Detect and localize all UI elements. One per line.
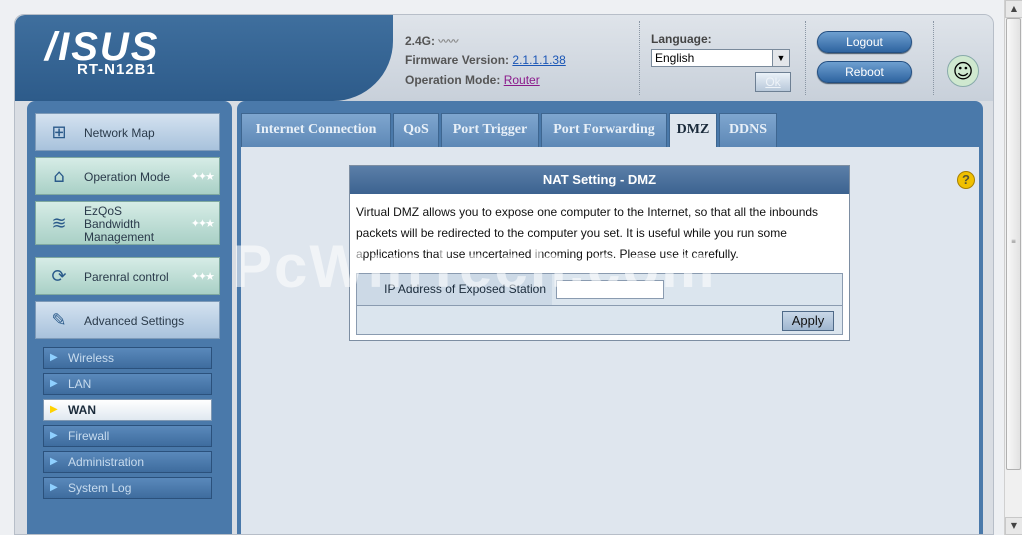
tab-port-forwarding[interactable]: Port Forwarding <box>541 113 667 147</box>
grip-icon: ≡ <box>1011 238 1017 245</box>
firmware-link[interactable]: 2.1.1.1.38 <box>512 53 565 67</box>
apply-button[interactable]: Apply <box>782 311 834 331</box>
tab-internet-connection[interactable]: Internet Connection <box>241 113 391 147</box>
nat-setting-panel: NAT Setting - DMZ Virtual DMZ allows you… <box>349 165 850 341</box>
language-select[interactable]: English ▼ <box>651 49 790 67</box>
mascot-avatar-icon: ☺ <box>947 55 979 87</box>
arrow-right-icon: ▶ <box>50 482 58 493</box>
sidebar-subitem-label: WAN <box>68 403 96 417</box>
firmware-label: Firmware Version: <box>405 53 510 67</box>
sidebar-item-ezqos[interactable]: ≋ EzQoS Bandwidth Management ✦✦★ <box>35 201 220 245</box>
sidebar-subitem-label: Administration <box>68 455 145 469</box>
chevron-down-icon[interactable]: ▼ <box>772 50 789 66</box>
sidebar-subitem-label: Firewall <box>68 429 110 443</box>
panel-title: NAT Setting - DMZ <box>350 166 849 194</box>
scroll-up-icon[interactable]: ▲ <box>1005 0 1022 18</box>
tab-port-trigger[interactable]: Port Trigger <box>441 113 539 147</box>
operation-mode-info: Operation Mode: Router <box>405 73 540 87</box>
header-divider <box>639 21 640 95</box>
sidebar-item-operation-mode[interactable]: ⌂ Operation Mode ✦✦★ <box>35 157 220 195</box>
model-name: RT-N12B1 <box>77 61 156 78</box>
sidebar-item-parental-control[interactable]: ⟳ Parenral control ✦✦★ <box>35 257 220 295</box>
router-admin-frame: /ISUS RT-N12B1 2.4G: 〰〰 Firmware Version… <box>14 14 994 535</box>
network-map-icon: ⊞ <box>51 122 67 143</box>
help-icon[interactable]: ? <box>957 171 975 189</box>
language-value: English <box>655 51 695 65</box>
sidebar-subitem-firewall[interactable]: ▶ Firewall <box>43 425 212 447</box>
stars-icon: ✦✦★ <box>190 270 215 283</box>
content-area: ? NAT Setting - DMZ Virtual DMZ allows y… <box>241 147 979 534</box>
scrollbar-thumb[interactable]: ≡ <box>1006 18 1021 470</box>
sidebar: ⊞ Network Map ⌂ Operation Mode ✦✦★ ≋ EzQ… <box>27 101 232 534</box>
language-label: Language: <box>651 32 712 46</box>
logo-area: /ISUS RT-N12B1 <box>15 15 393 101</box>
firmware-info: Firmware Version: 2.1.1.1.38 <box>405 53 566 67</box>
tab-ddns[interactable]: DDNS <box>719 113 777 147</box>
header-divider <box>933 21 934 95</box>
vertical-scrollbar[interactable]: ▲ ≡ ▼ <box>1004 0 1022 535</box>
main-panel: Internet Connection QoS Port Trigger Por… <box>237 101 983 534</box>
wifi-icon: 〰〰 <box>438 37 459 48</box>
stars-icon: ✦✦★ <box>190 217 215 230</box>
opmode-label: Operation Mode: <box>405 73 501 87</box>
sidebar-subitem-wan[interactable]: ▶ WAN <box>43 399 212 421</box>
scroll-down-icon[interactable]: ▼ <box>1005 517 1022 535</box>
arrow-right-icon: ▶ <box>50 352 58 363</box>
opmode-link[interactable]: Router <box>504 73 540 87</box>
sidebar-subitem-label: System Log <box>68 481 132 495</box>
sidebar-subitem-label: Wireless <box>68 351 115 365</box>
reboot-button[interactable]: Reboot <box>817 61 912 83</box>
band-label: 2.4G: <box>405 34 436 48</box>
sidebar-item-label: EzQoS Bandwidth Management <box>84 203 155 244</box>
arrow-right-icon: ▶ <box>50 378 58 389</box>
ip-address-input[interactable] <box>556 280 664 299</box>
arrow-right-icon: ▶ <box>50 456 58 467</box>
router-icon: ⌂ <box>53 166 65 187</box>
arrow-right-icon: ▶ <box>50 404 58 415</box>
header: /ISUS RT-N12B1 2.4G: 〰〰 Firmware Version… <box>15 15 993 101</box>
band-info: 2.4G: 〰〰 <box>405 33 458 48</box>
dmz-form: IP Address of Exposed Station Apply <box>356 273 843 335</box>
ip-row: IP Address of Exposed Station <box>357 274 842 306</box>
sidebar-subitem-lan[interactable]: ▶ LAN <box>43 373 212 395</box>
sidebar-item-advanced-settings[interactable]: ✎ Advanced Settings <box>35 301 220 339</box>
parental-control-icon: ⟳ <box>51 266 67 287</box>
arrow-right-icon: ▶ <box>50 430 58 441</box>
sidebar-subitem-administration[interactable]: ▶ Administration <box>43 451 212 473</box>
sidebar-item-label: Network Map <box>84 125 155 140</box>
sidebar-item-label: Advanced Settings <box>84 313 185 328</box>
logout-button[interactable]: Logout <box>817 31 912 53</box>
tab-qos[interactable]: QoS <box>393 113 439 147</box>
sidebar-subitem-system-log[interactable]: ▶ System Log <box>43 477 212 499</box>
stars-icon: ✦✦★ <box>190 170 215 183</box>
sidebar-item-network-map[interactable]: ⊞ Network Map <box>35 113 220 151</box>
tools-icon: ✎ <box>51 310 67 331</box>
tab-dmz[interactable]: DMZ <box>669 113 717 147</box>
ip-address-label: IP Address of Exposed Station <box>357 274 552 305</box>
sidebar-item-label: Parenral control <box>84 269 169 284</box>
panel-description: Virtual DMZ allows you to expose one com… <box>356 205 819 261</box>
sidebar-subitem-wireless[interactable]: ▶ Wireless <box>43 347 212 369</box>
header-divider <box>805 21 806 95</box>
bandwidth-icon: ≋ <box>51 213 67 234</box>
sidebar-item-label: Operation Mode <box>84 169 171 184</box>
ok-button[interactable]: Ok <box>755 72 791 92</box>
sidebar-subitem-label: LAN <box>68 377 92 391</box>
